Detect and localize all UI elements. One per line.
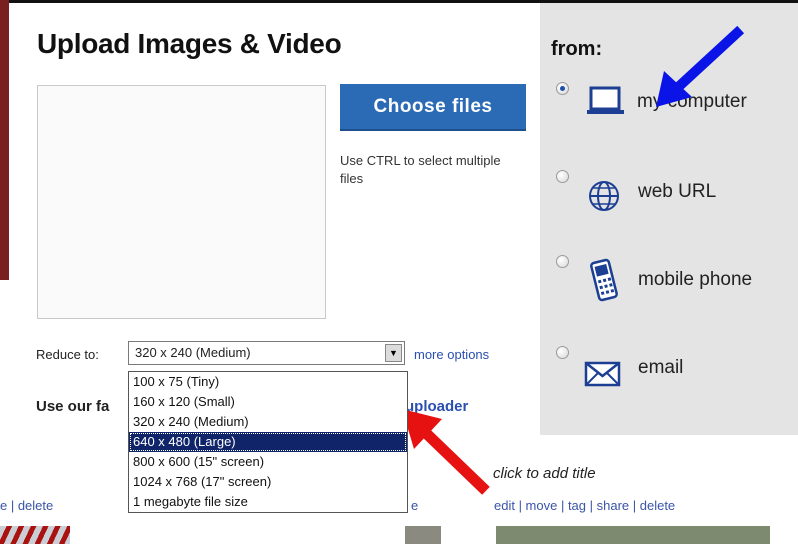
globe-icon	[589, 181, 619, 211]
size-option[interactable]: 160 x 120 (Small)	[129, 392, 407, 412]
mobile-phone-icon	[590, 258, 618, 302]
size-option-highlighted[interactable]: 640 x 480 (Large)	[129, 432, 407, 452]
size-option[interactable]: 320 x 240 (Medium)	[129, 412, 407, 432]
size-option[interactable]: 100 x 75 (Tiny)	[129, 372, 407, 392]
uploader-promo-text: Use our fa	[36, 398, 110, 415]
blue-pointer-arrow	[656, 25, 745, 107]
dropdown-arrow-icon[interactable]: ▼	[385, 344, 402, 362]
source-label-web-url[interactable]: web URL	[638, 181, 716, 203]
upload-title: Upload Images & Video	[37, 28, 342, 59]
radio-web-url[interactable]	[556, 170, 569, 183]
more-options-link[interactable]: more options	[414, 347, 489, 362]
radio-email[interactable]	[556, 346, 569, 359]
source-label-email[interactable]: email	[638, 357, 683, 379]
laptop-icon	[587, 86, 624, 114]
radio-mobile-phone[interactable]	[556, 255, 569, 268]
radio-my-computer[interactable]	[556, 82, 569, 95]
photo-thumbnail[interactable]	[405, 526, 441, 544]
choose-files-button[interactable]: Choose files	[340, 84, 526, 131]
photo-thumbnail[interactable]	[496, 526, 770, 544]
left-accent-stripe	[0, 0, 9, 280]
reduce-size-select[interactable]: 320 x 240 (Medium) ▼	[128, 341, 405, 365]
size-option[interactable]: 1 megabyte file size	[129, 492, 407, 512]
reduce-to-label: Reduce to:	[36, 347, 99, 362]
size-option[interactable]: 800 x 600 (15" screen)	[129, 452, 407, 472]
reduce-size-value: 320 x 240 (Medium)	[135, 345, 251, 360]
envelope-icon	[584, 361, 621, 387]
photo-actions[interactable]: edit | move | tag | share | delete	[494, 498, 675, 513]
size-options-list: 100 x 75 (Tiny) 160 x 120 (Small) 320 x …	[128, 371, 408, 513]
from-label: from:	[551, 38, 603, 60]
file-drop-area[interactable]	[37, 85, 326, 319]
add-title-prompt[interactable]: click to add title	[493, 465, 596, 482]
multi-select-hint: Use CTRL to select multiple files	[340, 153, 501, 186]
photo-actions-left[interactable]: e | delete	[0, 498, 53, 513]
photo-thumbnail[interactable]	[0, 526, 70, 544]
size-option[interactable]: 1024 x 768 (17" screen)	[129, 472, 407, 492]
source-label-mobile-phone[interactable]: mobile phone	[638, 269, 752, 291]
